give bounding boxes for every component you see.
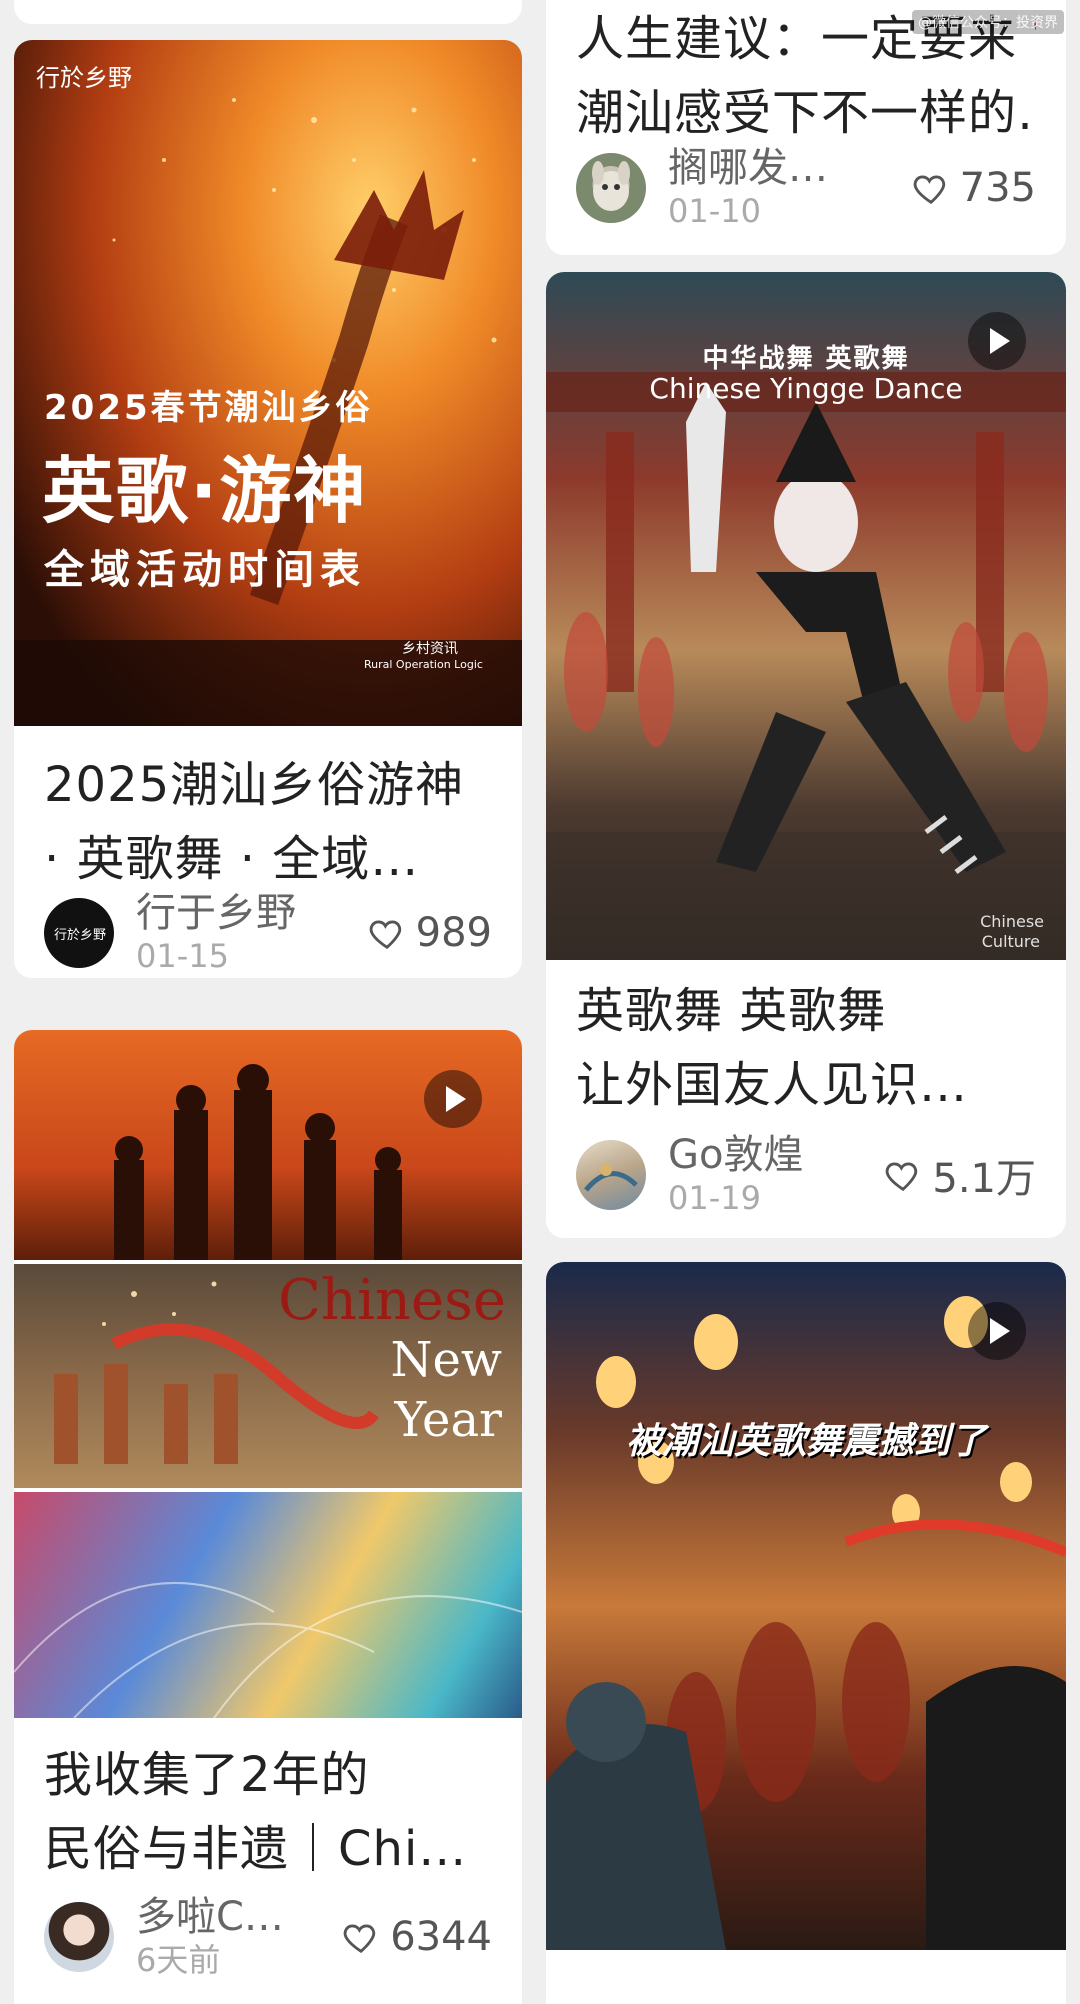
cover-caption-cn: 中华战舞 英歌舞 [702, 344, 910, 374]
card-title[interactable]: 英歌舞 英歌舞 让外国友人见识… [546, 960, 1066, 1122]
author-name[interactable]: 搁哪发… [668, 145, 912, 191]
play-icon[interactable] [968, 1302, 1026, 1360]
avatar[interactable] [576, 153, 646, 223]
cover-panel [14, 1492, 522, 1718]
cover-image[interactable]: 行於乡野 2025春节潮汕乡俗 英歌·游神 全域活动时间表 乡村资讯 Rural… [14, 40, 522, 726]
avatar[interactable]: 行於乡野 [44, 898, 114, 968]
card-title[interactable]: 2025潮汕乡俗游神 · 英歌舞 · 全域… [14, 726, 522, 896]
like-button[interactable]: 735 [912, 165, 1036, 211]
card-title[interactable]: 我收集了2年的 民俗与非遗｜Chi… [14, 1718, 522, 1886]
cover-caption: 被潮汕英歌舞震撼到了 [625, 1421, 986, 1462]
cover-logo: 行於乡野 [36, 64, 132, 92]
feathers-art [14, 1582, 522, 1718]
post-date: 01-15 [136, 937, 229, 975]
post-date: 6天前 [136, 1941, 221, 1979]
feed-grid: 人生建议：一定要来📍 潮汕感受下不一样的… 搁哪发… 01-10 735 行於乡… [0, 0, 1080, 2004]
avatar[interactable] [44, 1902, 114, 1972]
like-count: 6344 [390, 1914, 492, 1960]
card-top-right[interactable]: 人生建议：一定要来📍 潮汕感受下不一样的… 搁哪发… 01-10 735 [546, 0, 1066, 255]
card-partial-top-left[interactable] [14, 0, 522, 24]
cover-headline: 2025春节潮汕乡俗 [44, 388, 373, 428]
cover-credit: 乡村资讯 [402, 641, 458, 657]
heart-icon [369, 920, 401, 950]
cover-headline: 全域活动时间表 [44, 547, 366, 593]
cover-panel: Chinese New Year [14, 1264, 522, 1488]
cover-image[interactable]: Chinese New Year [14, 1030, 522, 1718]
author-name[interactable]: 行于乡野 [136, 890, 368, 936]
heart-icon [913, 175, 945, 205]
cover-headline: 英歌·游神 [42, 449, 368, 533]
author-name[interactable]: 多啦C… [136, 1894, 342, 1940]
author-name[interactable]: Go敦煌 [668, 1132, 884, 1178]
heart-icon [886, 1162, 918, 1192]
play-icon[interactable] [424, 1070, 482, 1128]
avatar-logo: 行於乡野 [54, 928, 107, 943]
post-date: 01-19 [668, 1179, 761, 1217]
cover-credit: Rural Operation Logic [364, 658, 483, 671]
card-street-parade[interactable]: 被潮汕英歌舞震撼到了 [546, 1262, 1066, 2004]
cover-image[interactable]: 被潮汕英歌舞震撼到了 [546, 1262, 1066, 1950]
like-count: 735 [959, 165, 1036, 211]
cover-caption-en: Chinese Yingge Dance [649, 372, 963, 405]
cover-credit: Chinese [980, 912, 1044, 931]
street-art [546, 1296, 1066, 1950]
like-count: 5.1万 [932, 1156, 1036, 1202]
like-button[interactable]: 6344 [342, 1914, 492, 1960]
avatar[interactable] [576, 1140, 646, 1210]
like-button[interactable]: 5.1万 [884, 1146, 1036, 1204]
like-button[interactable]: 989 [368, 910, 492, 956]
card-fire-dragon[interactable]: 行於乡野 2025春节潮汕乡俗 英歌·游神 全域活动时间表 乡村资讯 Rural… [14, 40, 522, 978]
watermark: @微信公众号：投资界 [912, 10, 1064, 34]
card-chinese-new-year[interactable]: Chinese New Year 我收集了2年的 民俗与非遗｜Chi… 多啦C… [14, 1030, 522, 2004]
like-count: 989 [415, 910, 492, 956]
cover-word: Chinese [278, 1268, 506, 1333]
post-date: 01-10 [668, 192, 761, 230]
cover-panel [14, 1030, 522, 1260]
heart-icon [343, 1924, 376, 1954]
cover-credit: Culture [981, 932, 1040, 951]
cover-word: New [390, 1332, 503, 1388]
silhouette-art [114, 1064, 402, 1260]
cover-word: Year [394, 1392, 502, 1448]
cover-image[interactable]: 中华战舞 英歌舞 Chinese Yingge Dance Chinese Cu… [546, 272, 1066, 960]
card-yingge-dance[interactable]: 中华战舞 英歌舞 Chinese Yingge Dance Chinese Cu… [546, 272, 1066, 1238]
